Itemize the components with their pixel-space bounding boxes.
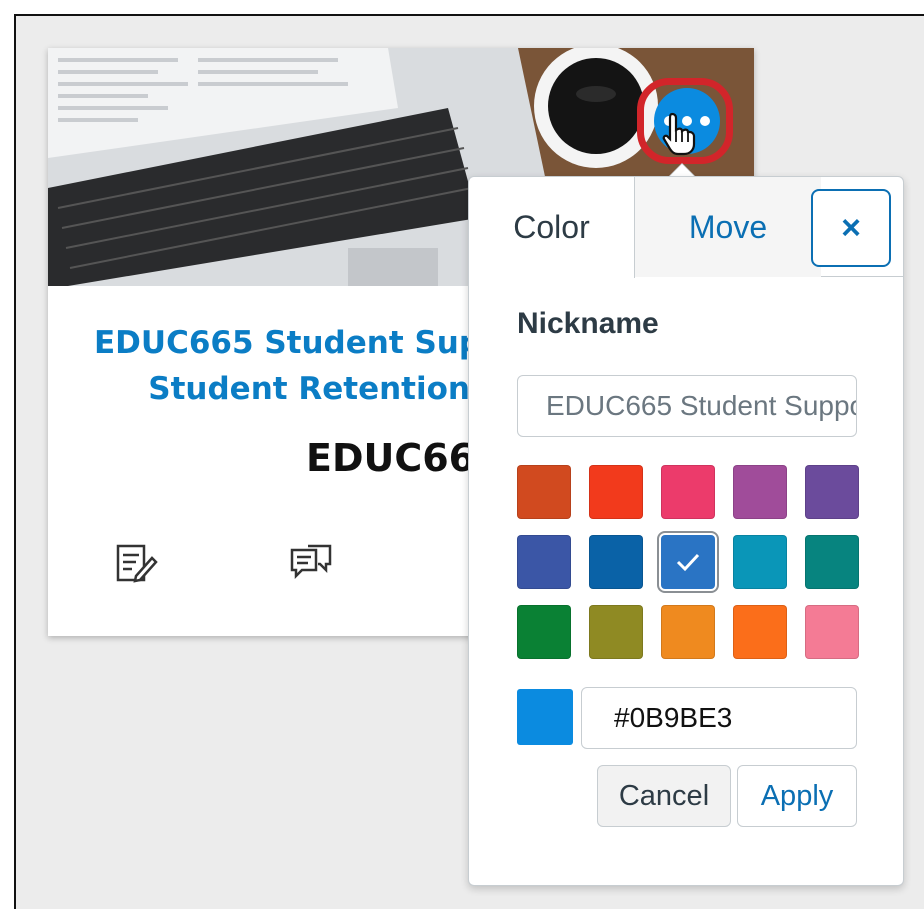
color-swatch[interactable] (589, 535, 643, 589)
nickname-input[interactable]: EDUC665 Student Support and Student Rete… (517, 375, 857, 437)
tab-move[interactable]: Move (635, 177, 821, 277)
hex-color-input[interactable]: #0B9BE3 (581, 687, 857, 749)
ellipsis-dot (700, 116, 710, 126)
apply-button[interactable]: Apply (737, 765, 857, 827)
color-swatch[interactable] (589, 605, 643, 659)
color-swatch[interactable] (517, 535, 571, 589)
close-icon: × (841, 208, 861, 247)
color-swatch[interactable] (733, 535, 787, 589)
course-title-line1[interactable]: EDUC665 Student Support and (94, 320, 514, 366)
hand-pointer-icon (662, 112, 696, 161)
course-code: EDUC665 (306, 436, 476, 480)
tab-color[interactable]: Color (469, 177, 635, 278)
color-swatch[interactable] (661, 605, 715, 659)
color-swatch[interactable] (517, 605, 571, 659)
color-swatch[interactable] (733, 605, 787, 659)
color-swatch[interactable] (661, 535, 715, 589)
checkmark-icon (676, 553, 700, 572)
color-swatch[interactable] (805, 535, 859, 589)
card-options-popover: Color Move × Nickname EDUC665 Student Su… (468, 176, 904, 886)
assignments-icon[interactable] (114, 542, 158, 586)
course-title-line2[interactable]: Student Retention (94, 366, 470, 412)
popover-caret (668, 163, 696, 177)
color-preview-swatch (517, 689, 573, 745)
discussions-icon[interactable] (288, 542, 332, 586)
color-swatch[interactable] (733, 465, 787, 519)
nickname-label: Nickname (517, 307, 659, 340)
cancel-button[interactable]: Cancel (597, 765, 731, 827)
popover-tabs: Color Move × (469, 177, 903, 278)
close-button[interactable]: × (811, 189, 891, 267)
color-swatch[interactable] (589, 465, 643, 519)
color-swatch[interactable] (805, 465, 859, 519)
color-swatch[interactable] (805, 605, 859, 659)
color-swatch[interactable] (517, 465, 571, 519)
color-swatch[interactable] (661, 465, 715, 519)
